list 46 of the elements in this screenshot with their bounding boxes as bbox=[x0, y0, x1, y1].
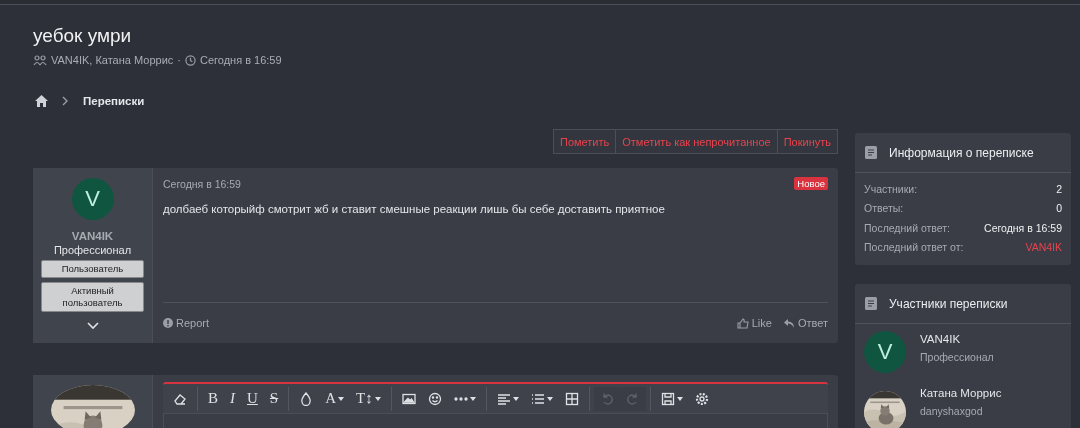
info-label: Ответы: bbox=[864, 202, 904, 215]
home-icon[interactable] bbox=[35, 95, 48, 107]
reply-link[interactable]: Ответ bbox=[783, 317, 828, 329]
document-icon bbox=[865, 297, 877, 310]
breadcrumb-link[interactable]: Переписки bbox=[83, 95, 145, 107]
like-link[interactable]: Like bbox=[736, 317, 772, 329]
user-avatar[interactable]: V bbox=[71, 178, 114, 220]
document-icon bbox=[865, 146, 877, 159]
post-text: долбаеб которыйф смотрит жб и ставит смешные реакции лишь бы себе доставить приятное bbox=[163, 203, 666, 217]
format-button[interactable]: A bbox=[319, 386, 351, 411]
thread-title: уебок умри bbox=[33, 25, 133, 47]
new-badge: Новое bbox=[794, 177, 828, 190]
panel-title: Участники переписки bbox=[889, 296, 1008, 311]
user-banner: Пользователь bbox=[41, 260, 144, 278]
panel-title: Информация о переписке bbox=[889, 145, 1034, 160]
info-value: 2 bbox=[1056, 182, 1062, 195]
format-button[interactable]: B bbox=[202, 386, 224, 411]
user-title: Профессионал bbox=[53, 244, 132, 256]
people-icon bbox=[33, 54, 47, 66]
thumb-up-icon bbox=[736, 317, 749, 329]
reply-arrow-icon bbox=[783, 318, 795, 328]
format-button[interactable]: S bbox=[263, 386, 285, 411]
member-name[interactable]: Катана Моррис bbox=[920, 387, 1002, 399]
separator-dot: · bbox=[177, 54, 181, 66]
warning-icon bbox=[163, 318, 173, 328]
user-banner: Активный пользователь bbox=[41, 282, 144, 312]
member-subtitle: danyshaxgod bbox=[920, 405, 984, 417]
thread-time: Сегодня в 16:59 bbox=[199, 54, 282, 66]
format-button[interactable]: I bbox=[224, 386, 241, 411]
member-avatar[interactable]: V bbox=[864, 331, 906, 373]
chevron-icon bbox=[62, 96, 69, 106]
expand-icon[interactable] bbox=[86, 322, 99, 330]
info-value: Сегодня в 16:59 bbox=[984, 221, 1062, 234]
member-subtitle: Профессионал bbox=[920, 351, 994, 363]
member-name[interactable]: VAN4IK bbox=[920, 333, 994, 345]
info-label: Последний ответ от: bbox=[864, 241, 964, 254]
info-label: Участники: bbox=[864, 182, 918, 195]
report-link[interactable]: Report bbox=[163, 317, 210, 329]
format-button[interactable]: U bbox=[241, 386, 264, 411]
info-label: Последний ответ: bbox=[864, 221, 951, 234]
info-value: 0 bbox=[1056, 202, 1062, 215]
format-button[interactable]: T↕ bbox=[350, 386, 387, 411]
participants-link[interactable]: VAN4IK, Катана Моррис bbox=[51, 54, 174, 66]
clock-icon bbox=[184, 54, 196, 66]
post-time[interactable]: Сегодня в 16:59 bbox=[163, 177, 241, 190]
username[interactable]: VAN4IK bbox=[71, 230, 114, 242]
